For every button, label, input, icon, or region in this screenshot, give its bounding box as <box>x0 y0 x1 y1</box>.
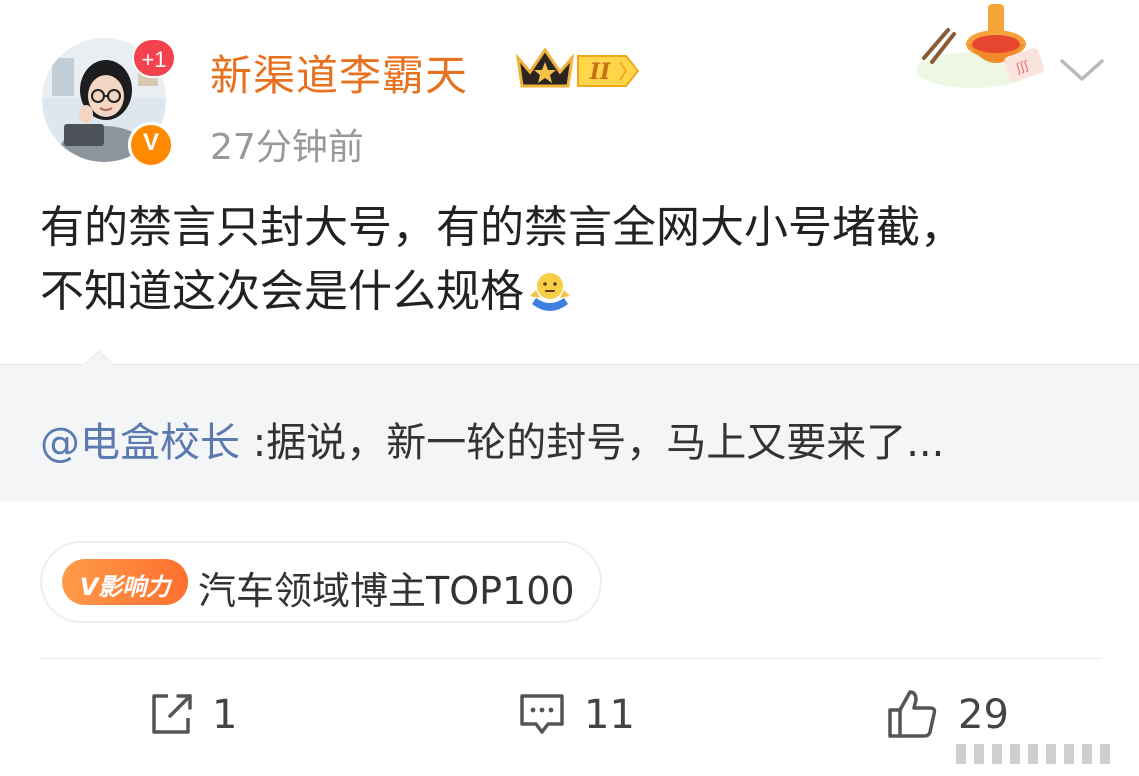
post-timestamp: 27分钟前 <box>210 127 364 168</box>
hotpot-decoration-icon: ʃʃʃ <box>912 0 1048 92</box>
share-button[interactable]: 1 <box>146 688 286 748</box>
level-text: II <box>589 59 611 85</box>
share-icon <box>146 688 198 740</box>
notification-badge: +1 <box>132 38 176 78</box>
level-badge: II <box>576 52 640 90</box>
influence-pill-label: V影响力 <box>79 573 171 601</box>
quoted-text-content: :据说，新一轮的封号，马上又要来了... <box>240 420 945 466</box>
post-text-line-2-content: 不知道这次会是什么规格 <box>40 266 524 317</box>
comment-count: 11 <box>584 692 635 738</box>
comment-button[interactable]: 11 <box>516 688 656 748</box>
username[interactable]: 新渠道李霸天 <box>210 42 468 103</box>
watermark-icon <box>948 732 1130 772</box>
crown-icon <box>514 46 576 92</box>
divider <box>40 658 1102 659</box>
influence-tag-text: 汽车领域博主TOP100 <box>198 569 575 613</box>
verified-badge-icon: V <box>128 122 174 168</box>
post-text: 有的禁言只封大号，有的禁言全网大小号堵截， 不知道这次会是什么规格 <box>40 196 1100 324</box>
mention-link[interactable]: @电盒校长 <box>40 420 240 466</box>
chevron-down-icon[interactable] <box>1058 55 1106 85</box>
quote-pointer <box>82 350 116 380</box>
quoted-post-text: @电盒校长 :据说，新一轮的封号，马上又要来了... <box>40 410 944 468</box>
thumbs-up-icon <box>886 688 938 740</box>
verified-mark: V <box>142 129 159 156</box>
shrug-emoji-icon <box>526 266 574 314</box>
comment-icon <box>516 688 568 740</box>
share-count: 1 <box>212 692 238 738</box>
post-text-line-1: 有的禁言只封大号，有的禁言全网大小号堵截， <box>40 202 964 253</box>
post-text-line-2: 不知道这次会是什么规格 <box>40 260 1100 324</box>
influence-pill: V影响力 <box>62 559 188 605</box>
